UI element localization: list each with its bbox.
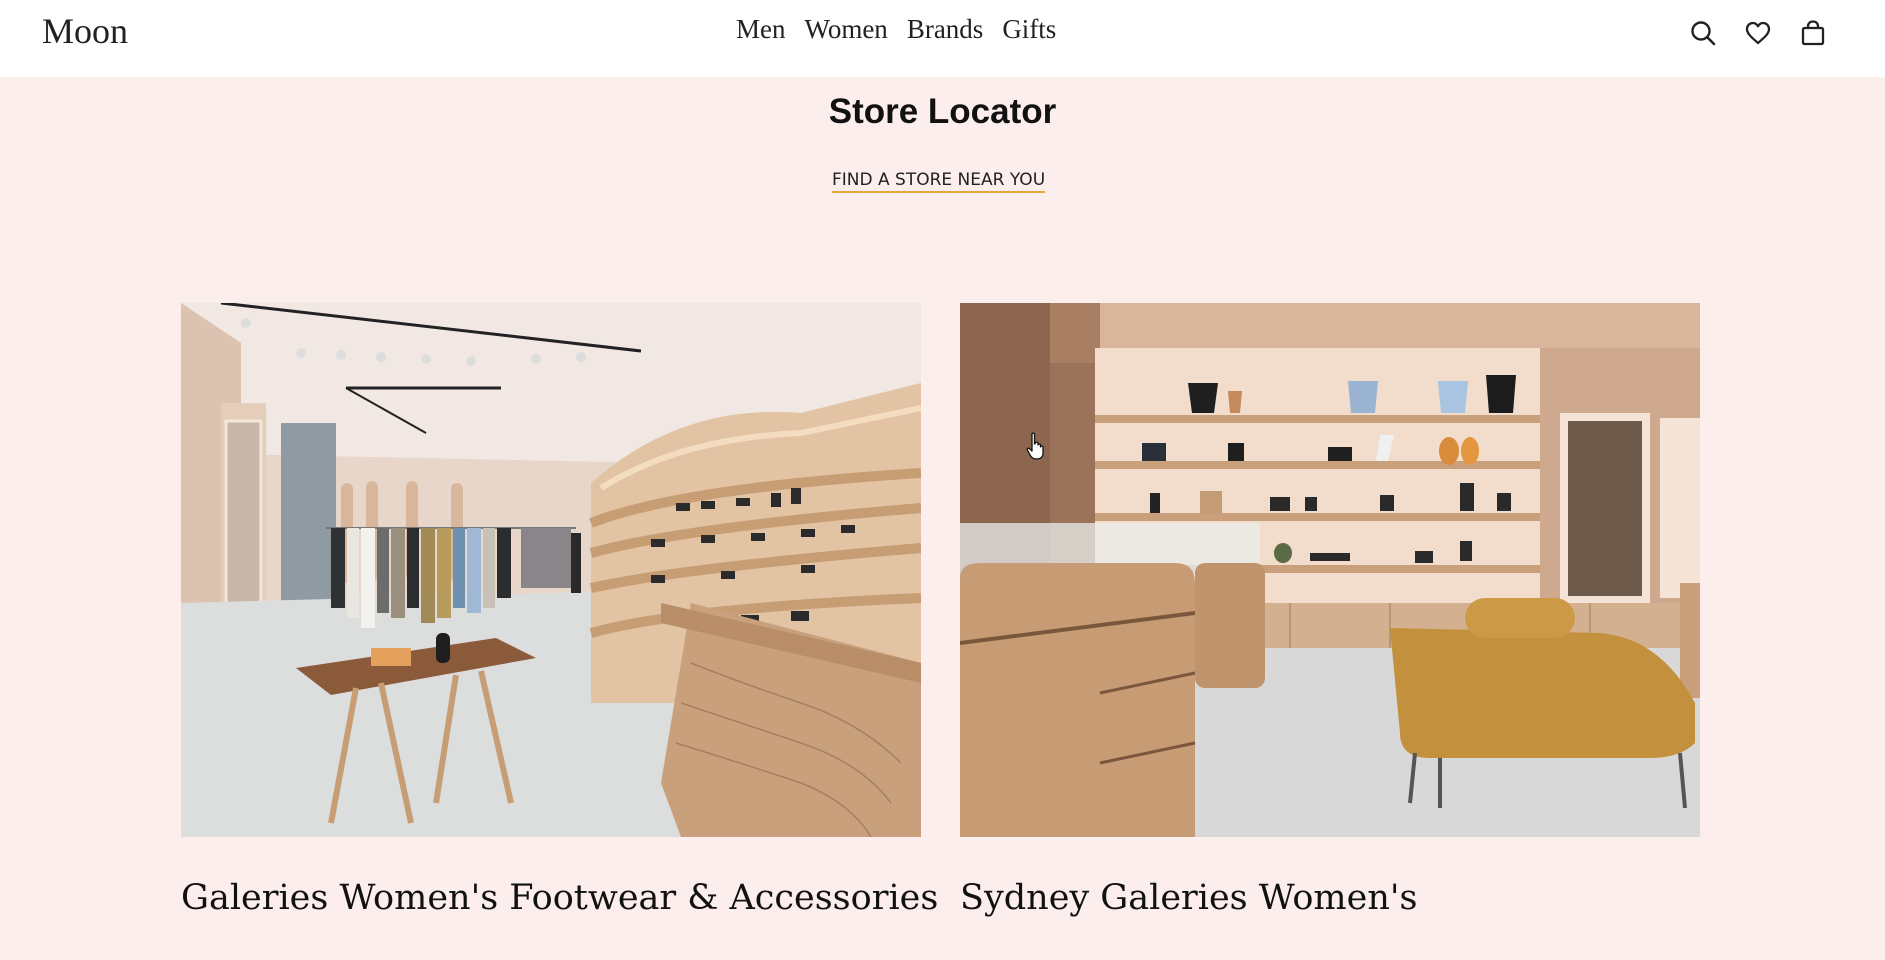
store-card[interactable]: Galeries Women's Footwear & Accessories (181, 303, 938, 918)
store-name[interactable]: Sydney Galeries Women's (960, 878, 1417, 918)
heart-icon[interactable] (1743, 18, 1773, 48)
main-nav: Men Women Brands Gifts (736, 14, 1056, 45)
site-header: Moon Men Women Brands Gifts (0, 0, 1885, 77)
nav-men[interactable]: Men (736, 14, 786, 45)
store-name[interactable]: Galeries Women's Footwear & Accessories (181, 878, 938, 918)
store-card[interactable]: Sydney Galeries Women's (960, 303, 1700, 918)
find-store-link[interactable]: FIND A STORE NEAR YOU (832, 170, 1046, 193)
logo[interactable]: Moon (42, 10, 128, 52)
nav-brands[interactable]: Brands (907, 14, 984, 45)
search-icon[interactable] (1688, 18, 1718, 48)
page-title: Store Locator (828, 92, 1057, 131)
hand-cursor-icon (1026, 432, 1044, 460)
bag-icon[interactable] (1798, 18, 1828, 48)
nav-gifts[interactable]: Gifts (1002, 14, 1056, 45)
store-photo[interactable] (181, 303, 921, 837)
store-photo[interactable] (960, 303, 1700, 837)
nav-women[interactable]: Women (805, 14, 888, 45)
